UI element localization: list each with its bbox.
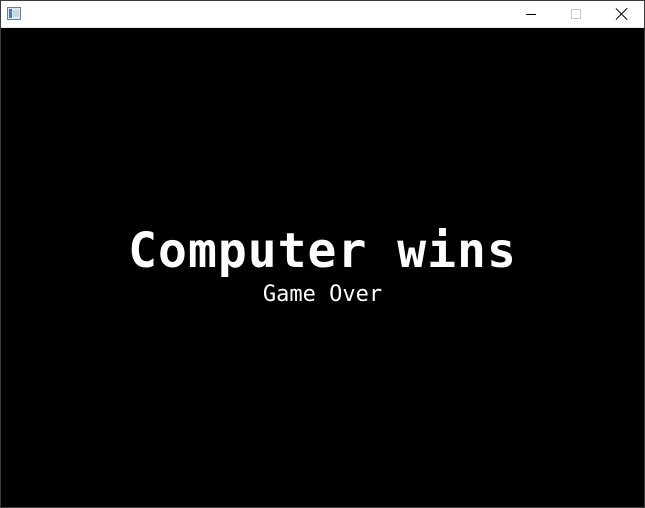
game-window: Computer wins Game Over — [0, 0, 645, 508]
maximize-icon — [571, 9, 581, 19]
winner-message: Computer wins — [128, 223, 517, 279]
minimize-icon — [526, 14, 536, 15]
app-window-icon[interactable] — [7, 7, 21, 20]
title-bar[interactable] — [1, 1, 644, 28]
maximize-button — [554, 1, 600, 27]
game-over-label: Game Over — [262, 282, 383, 307]
close-icon — [615, 7, 629, 21]
game-canvas[interactable]: Computer wins Game Over — [1, 28, 644, 507]
close-button[interactable] — [599, 1, 645, 27]
minimize-button[interactable] — [508, 1, 554, 27]
